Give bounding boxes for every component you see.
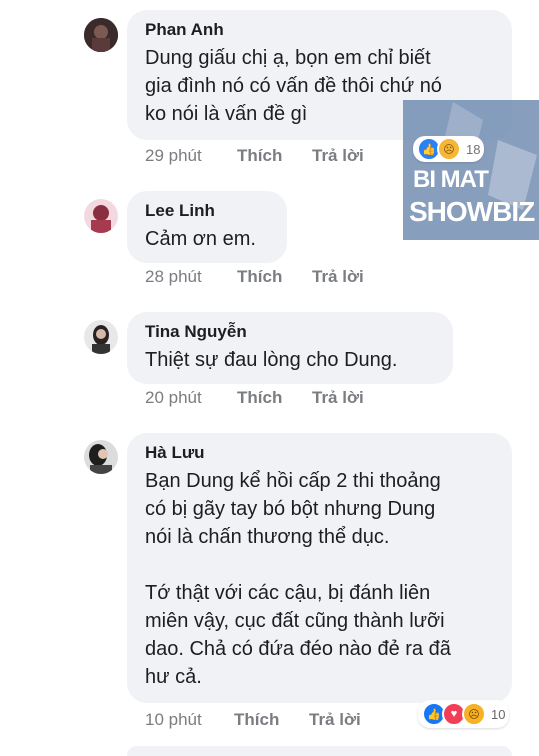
comment-meta: 28 phút Thích Trả lời	[145, 267, 364, 287]
comment-author[interactable]: Lee Linh	[145, 201, 271, 221]
reply-button[interactable]: Trả lời	[312, 267, 364, 287]
watermark-line1: BI MAT	[413, 166, 489, 193]
comment-text: Thiệt sự đau lòng cho Dung.	[145, 349, 398, 371]
comment-time[interactable]: 10 phút	[145, 710, 234, 730]
comment-text: Bạn Dung kể hồi cấp 2 thi thoảng có bị g…	[145, 470, 451, 688]
reply-button[interactable]: Trả lời	[312, 146, 364, 166]
comment-time[interactable]: 20 phút	[145, 388, 237, 408]
comment-text: Cảm ơn em.	[145, 228, 256, 250]
next-comment-bubble-edge	[127, 746, 512, 756]
comment-author[interactable]: Hà Lưu	[145, 443, 496, 463]
reply-button[interactable]: Trả lời	[309, 710, 361, 730]
comment-bubble: Lee Linh Cảm ơn em.	[127, 191, 287, 263]
comment-time[interactable]: 28 phút	[145, 267, 237, 287]
avatar-image	[84, 199, 118, 233]
reply-button[interactable]: Trả lời	[312, 388, 364, 408]
comment-meta: 10 phút Thích Trả lời	[145, 710, 361, 730]
avatar-image	[84, 440, 118, 474]
avatar[interactable]	[84, 320, 118, 354]
avatar[interactable]	[84, 18, 118, 52]
reaction-count: 10	[491, 706, 506, 722]
comment-author[interactable]: Phan Anh	[145, 20, 496, 40]
like-button[interactable]: Thích	[237, 267, 312, 287]
like-button[interactable]: Thích	[234, 710, 309, 730]
reaction-summary[interactable]: 👍 ♥ ☹ 10	[418, 700, 510, 728]
avatar[interactable]	[84, 440, 118, 474]
comment-meta: 20 phút Thích Trả lời	[145, 388, 364, 408]
like-button[interactable]: Thích	[237, 388, 312, 408]
sad-reaction-icon: ☹	[462, 702, 486, 726]
comment-bubble: Tina Nguyễn Thiệt sự đau lòng cho Dung.	[127, 312, 453, 384]
avatar-image	[84, 320, 118, 354]
avatar-image	[84, 18, 118, 52]
like-button[interactable]: Thích	[237, 146, 312, 166]
reaction-count: 18	[466, 141, 481, 157]
watermark-line2: SHOWBIZ	[409, 196, 535, 227]
watermark-logo: 👍 ☹ 18 BI MAT SHOWBIZ	[403, 100, 539, 240]
comment-meta: 29 phút Thích Trả lời	[145, 146, 364, 166]
comment-bubble: Hà Lưu Bạn Dung kể hồi cấp 2 thi thoảng …	[127, 433, 512, 703]
avatar[interactable]	[84, 199, 118, 233]
comment-author[interactable]: Tina Nguyễn	[145, 322, 437, 342]
reaction-summary[interactable]: 👍 ☹ 18	[413, 136, 485, 162]
comment-time[interactable]: 29 phút	[145, 146, 237, 166]
sad-reaction-icon: ☹	[437, 137, 461, 161]
